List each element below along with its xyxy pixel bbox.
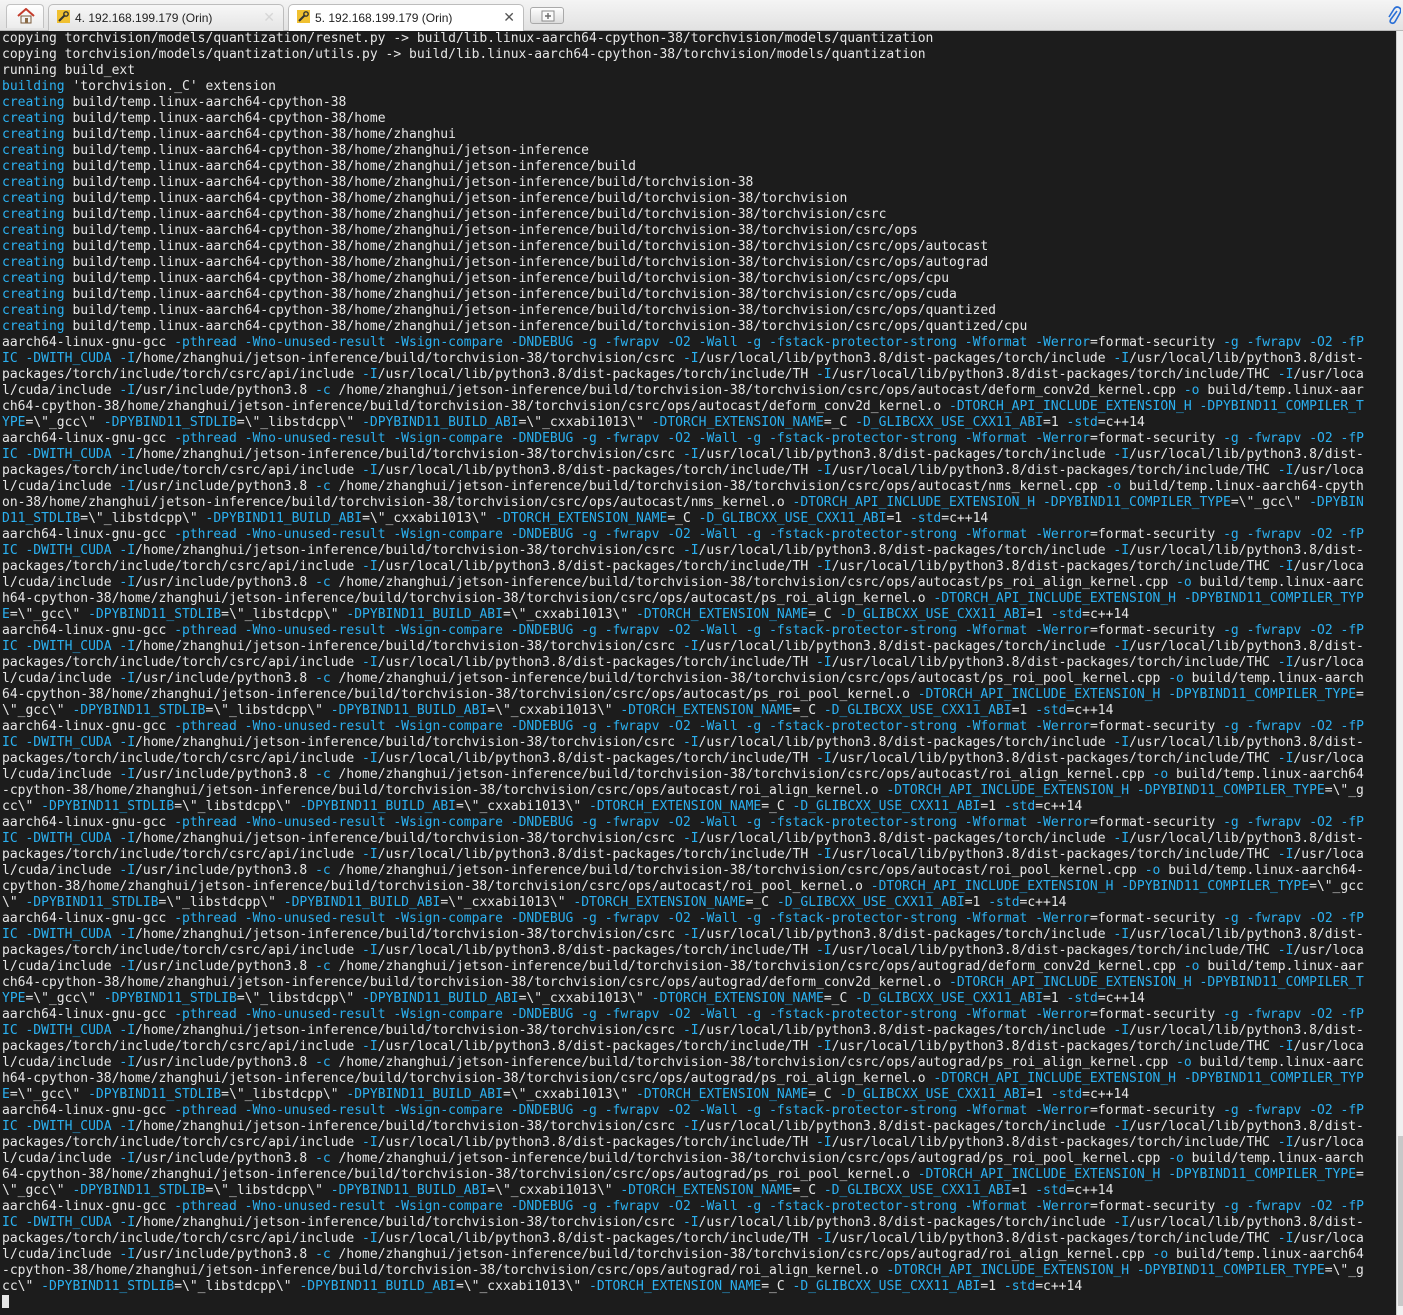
- wrench-session-icon: [297, 10, 310, 23]
- terminal-output[interactable]: copying torchvision/models/quantization/…: [0, 31, 1396, 1315]
- close-icon[interactable]: ✕: [503, 9, 515, 26]
- tab-bar: 4. 192.168.199.179 (Orin) ✕ 5. 192.168.1…: [0, 0, 1403, 31]
- wrench-session-icon: [57, 10, 70, 23]
- scrollbar[interactable]: [1396, 31, 1403, 1315]
- new-tab-icon: [541, 10, 555, 22]
- tab-label: 5. 192.168.199.179 (Orin): [315, 11, 453, 25]
- new-tab-button[interactable]: [530, 7, 564, 24]
- terminal-cursor: [2, 1295, 9, 1308]
- paperclip-icon[interactable]: [1387, 5, 1401, 25]
- tab-session-4[interactable]: 4. 192.168.199.179 (Orin) ✕: [48, 4, 284, 31]
- close-icon[interactable]: ✕: [263, 9, 275, 26]
- home-icon: [17, 8, 35, 24]
- home-button[interactable]: [6, 4, 44, 28]
- tab-label: 4. 192.168.199.179 (Orin): [75, 11, 213, 25]
- tab-session-5[interactable]: 5. 192.168.199.179 (Orin) ✕: [288, 4, 524, 31]
- terminal-text: copying torchvision/models/quantization/…: [0, 31, 1396, 1311]
- scrollbar-thumb[interactable]: [1398, 1136, 1403, 1306]
